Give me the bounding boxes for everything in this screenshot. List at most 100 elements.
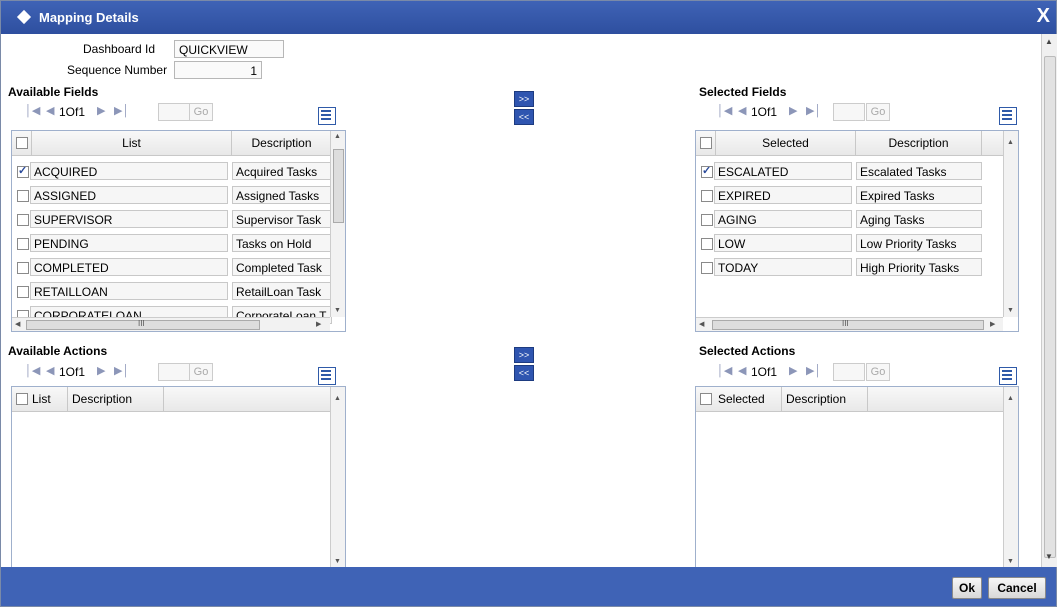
ok-button[interactable]: Ok xyxy=(952,577,982,599)
go-button[interactable]: Go xyxy=(866,103,890,121)
scroll-up-icon[interactable]: ▲ xyxy=(1007,139,1014,146)
available-actions-vertical-scrollbar[interactable]: ▲ ▼ xyxy=(330,387,345,568)
list-cell: RETAILLOAN xyxy=(30,282,228,300)
last-page-icon[interactable]: ▶│ xyxy=(806,364,821,377)
selected-actions-title: Selected Actions xyxy=(699,344,796,358)
next-page-icon[interactable]: ▶ xyxy=(97,104,105,117)
row-checkbox[interactable] xyxy=(17,164,29,178)
remove-action-button[interactable]: << xyxy=(514,365,534,381)
scroll-right-icon[interactable]: ▶ xyxy=(990,320,995,328)
available-actions-table: List Description ▲ ▼ xyxy=(11,386,346,569)
row-checkbox[interactable] xyxy=(17,190,29,202)
list-cell: ASSIGNED xyxy=(30,186,228,204)
row-checkbox[interactable] xyxy=(701,214,713,226)
selected-fields-horizontal-scrollbar[interactable]: ◀ III ▶ xyxy=(696,317,1003,331)
page-number-input[interactable] xyxy=(158,103,190,121)
scroll-down-icon[interactable]: ▼ xyxy=(1045,552,1053,561)
scroll-up-icon[interactable]: ▲ xyxy=(1007,395,1014,402)
description-cell: Low Priority Tasks xyxy=(856,234,982,252)
page-scroll-thumb[interactable] xyxy=(1044,56,1056,558)
row-checkbox[interactable] xyxy=(17,214,29,226)
first-page-icon[interactable]: │◀ xyxy=(717,104,732,117)
select-all-cell xyxy=(696,387,716,411)
last-page-icon[interactable]: ▶│ xyxy=(806,104,821,117)
available-fields-pager: │◀ ◀ 1Of1 ▶ ▶│ Go xyxy=(21,102,341,122)
description-cell: Aging Tasks xyxy=(856,210,982,228)
prev-page-icon[interactable]: ◀ xyxy=(46,364,54,377)
row-checkbox[interactable] xyxy=(701,190,713,202)
row-checkbox[interactable] xyxy=(701,238,713,250)
list-cell: PENDING xyxy=(30,234,228,252)
column-header-description[interactable]: Description xyxy=(782,387,868,411)
selected-actions-vertical-scrollbar[interactable]: ▲ ▼ xyxy=(1003,387,1018,568)
select-all-checkbox[interactable] xyxy=(700,137,712,149)
first-page-icon[interactable]: │◀ xyxy=(717,364,732,377)
close-icon[interactable]: X xyxy=(1037,5,1050,28)
description-cell: Assigned Tasks xyxy=(232,186,332,204)
scroll-left-icon[interactable]: ◀ xyxy=(15,320,20,328)
next-page-icon[interactable]: ▶ xyxy=(789,104,797,117)
row-checkbox[interactable] xyxy=(17,262,29,274)
page-number-input[interactable] xyxy=(833,363,865,381)
select-all-checkbox[interactable] xyxy=(16,137,28,149)
page-indicator: 1Of1 xyxy=(59,105,86,119)
prev-page-icon[interactable]: ◀ xyxy=(738,104,746,117)
scroll-down-icon[interactable]: ▼ xyxy=(1007,558,1014,565)
page-number-input[interactable] xyxy=(833,103,865,121)
go-button[interactable]: Go xyxy=(866,363,890,381)
cancel-button[interactable]: Cancel xyxy=(988,577,1046,599)
selected-fields-table: Selected Description ESCALATED Escalated… xyxy=(695,130,1019,332)
column-header-list[interactable]: List xyxy=(32,387,68,411)
available-fields-vertical-scrollbar[interactable]: ▲ ▼ xyxy=(330,131,345,317)
available-fields-title: Available Fields xyxy=(8,85,99,99)
row-checkbox[interactable] xyxy=(17,286,29,298)
scroll-left-icon[interactable]: ◀ xyxy=(699,320,704,328)
sequence-number-field[interactable]: 1 xyxy=(174,61,262,79)
column-header-description[interactable]: Description xyxy=(232,131,332,155)
scroll-right-icon[interactable]: ▶ xyxy=(316,320,321,328)
prev-page-icon[interactable]: ◀ xyxy=(738,364,746,377)
last-page-icon[interactable]: ▶│ xyxy=(114,364,129,377)
row-checkbox[interactable] xyxy=(701,164,713,178)
grid-options-icon[interactable] xyxy=(999,107,1017,125)
column-header-list[interactable]: List xyxy=(32,131,232,155)
scroll-down-icon[interactable]: ▼ xyxy=(334,558,341,565)
page-number-input[interactable] xyxy=(158,363,190,381)
scroll-up-icon[interactable]: ▲ xyxy=(334,133,341,140)
prev-page-icon[interactable]: ◀ xyxy=(46,104,54,117)
grid-options-icon[interactable] xyxy=(318,107,336,125)
remove-field-button[interactable]: << xyxy=(514,109,534,125)
row-checkbox[interactable] xyxy=(701,262,713,274)
scroll-up-icon[interactable]: ▲ xyxy=(334,395,341,402)
scroll-up-icon[interactable]: ▲ xyxy=(1045,37,1053,46)
page-vertical-scrollbar[interactable]: ▲ ▼ xyxy=(1041,34,1057,567)
column-header-description[interactable]: Description xyxy=(856,131,982,155)
first-page-icon[interactable]: │◀ xyxy=(25,104,40,117)
column-header-selected[interactable]: Selected xyxy=(716,131,856,155)
window-title: Mapping Details xyxy=(39,10,139,25)
add-field-button[interactable]: >> xyxy=(514,91,534,107)
grid-options-icon[interactable] xyxy=(318,367,336,385)
select-all-checkbox[interactable] xyxy=(16,393,28,405)
select-all-checkbox[interactable] xyxy=(700,393,712,405)
description-cell: Expired Tasks xyxy=(856,186,982,204)
column-header-selected[interactable]: Selected xyxy=(716,387,782,411)
add-action-button[interactable]: >> xyxy=(514,347,534,363)
scroll-down-icon[interactable]: ▼ xyxy=(1007,307,1014,314)
selected-cell: AGING xyxy=(714,210,852,228)
dashboard-id-field[interactable]: QUICKVIEW xyxy=(174,40,284,58)
selected-fields-pager: │◀ ◀ 1Of1 ▶ ▶│ Go xyxy=(713,102,1033,122)
scroll-down-icon[interactable]: ▼ xyxy=(334,307,341,314)
go-button[interactable]: Go xyxy=(189,103,213,121)
row-checkbox[interactable] xyxy=(17,238,29,250)
next-page-icon[interactable]: ▶ xyxy=(97,364,105,377)
available-fields-horizontal-scrollbar[interactable]: ◀ III ▶ xyxy=(12,317,330,331)
selected-fields-vertical-scrollbar[interactable]: ▲ ▼ xyxy=(1003,131,1018,317)
first-page-icon[interactable]: │◀ xyxy=(25,364,40,377)
column-header-description[interactable]: Description xyxy=(68,387,164,411)
scroll-thumb[interactable] xyxy=(333,149,344,223)
go-button[interactable]: Go xyxy=(189,363,213,381)
grid-options-icon[interactable] xyxy=(999,367,1017,385)
last-page-icon[interactable]: ▶│ xyxy=(114,104,129,117)
next-page-icon[interactable]: ▶ xyxy=(789,364,797,377)
